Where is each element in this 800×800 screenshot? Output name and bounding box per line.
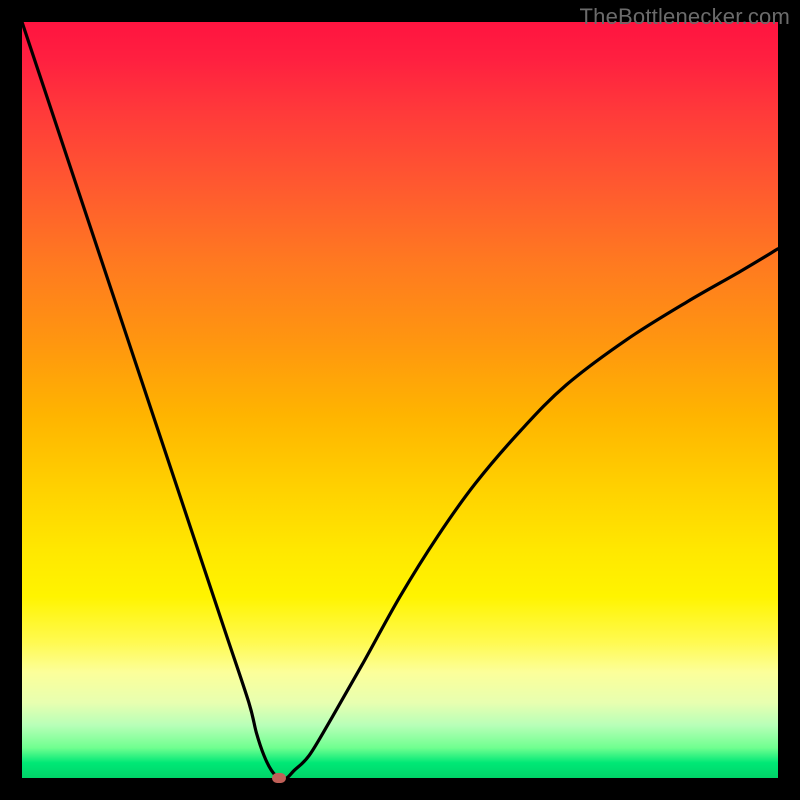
bottleneck-curve <box>22 22 778 778</box>
watermark-text: TheBottlenecker.com <box>580 4 790 30</box>
curve-path <box>22 22 778 779</box>
minimum-marker <box>272 773 286 783</box>
chart-plot-area <box>22 22 778 778</box>
